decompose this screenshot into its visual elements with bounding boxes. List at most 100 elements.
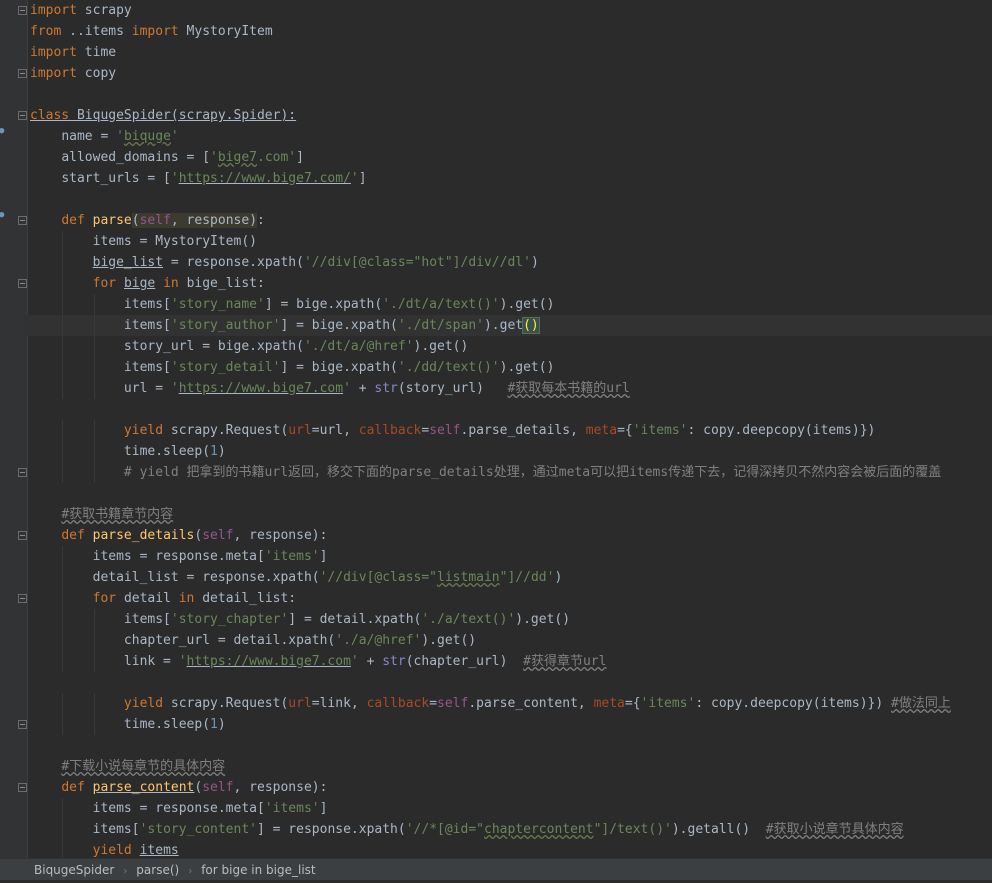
indent-guide	[94, 441, 95, 462]
indent-guide	[94, 420, 95, 441]
code-token: '	[170, 129, 179, 144]
code-token: url =	[123, 381, 171, 396]
code-line[interactable]: #下载小说每章节的具体内容	[30, 756, 992, 777]
fold-toggle-icon[interactable]	[18, 6, 27, 15]
code-token: './dt/span'	[397, 318, 484, 333]
code-line[interactable]: for bige in bige_list:	[30, 273, 992, 294]
code-line[interactable]: items['story_chapter'] = detail.xpath('.…	[30, 609, 992, 630]
fold-toggle-icon[interactable]	[18, 111, 27, 120]
code-token: class	[30, 108, 70, 123]
code-token: )	[554, 570, 563, 585]
code-line[interactable]: yield items	[30, 840, 992, 858]
code-token: self	[139, 213, 171, 228]
code-token: url	[288, 696, 312, 711]
fold-toggle-icon[interactable]	[18, 216, 27, 225]
indent-guide	[62, 273, 63, 294]
code-line[interactable]	[30, 399, 992, 420]
code-line[interactable]: class BiqugeSpider(scrapy.Spider):	[30, 105, 992, 126]
code-line[interactable]: link = 'https://www.bige7.com' + str(cha…	[30, 651, 992, 672]
code-line[interactable]: time.sleep(1)	[30, 714, 992, 735]
fold-toggle-icon[interactable]	[18, 468, 27, 477]
code-line[interactable]: for detail in detail_list:	[30, 588, 992, 609]
override-marker-icon[interactable]: ●	[0, 127, 7, 136]
code-token: 'story_detail'	[170, 360, 281, 375]
code-line[interactable]: def parse_details(self, response):	[30, 525, 992, 546]
code-line[interactable]: import time	[30, 42, 992, 63]
code-token: , response):	[233, 528, 328, 543]
code-line[interactable]	[30, 189, 992, 210]
code-token: './dt/a/@href'	[303, 339, 414, 354]
code-line[interactable]: items = response.meta['items']	[30, 798, 992, 819]
code-line[interactable]: #获取书籍章节内容	[30, 504, 992, 525]
code-token: )	[217, 444, 226, 459]
code-token: 'items'	[264, 549, 320, 564]
code-token: ={	[617, 423, 633, 438]
code-token: time.sleep(	[123, 717, 211, 732]
code-editor[interactable]: ● ● import scrapy from ..items import Mys…	[0, 0, 992, 858]
code-line[interactable]: yield scrapy.Request(url=link, callback=…	[30, 693, 992, 714]
code-line[interactable]: bige_list = response.xpath('//div[@class…	[30, 252, 992, 273]
code-line[interactable]: items['story_content'] = response.xpath(…	[30, 819, 992, 840]
code-token: ]	[319, 549, 328, 564]
code-token: '//*[@id="	[405, 822, 484, 837]
code-token: name =	[61, 129, 117, 144]
code-line[interactable]: story_url = bige.xpath('./dt/a/@href').g…	[30, 336, 992, 357]
code-line[interactable]: def parse_content(self, response):	[30, 777, 992, 798]
code-token: scrapy.Request(	[170, 696, 289, 711]
code-line[interactable]: items['story_author'] = bige.xpath('./dt…	[24, 315, 992, 336]
code-token: 'story_content'	[139, 822, 257, 837]
code-token: items = response.meta[	[92, 549, 265, 564]
code-line[interactable]: name = 'biquge'	[30, 126, 992, 147]
fold-toggle-icon[interactable]	[18, 594, 27, 603]
code-token: "]/text()'	[593, 822, 672, 837]
code-token: in	[155, 276, 187, 291]
fold-toggle-icon[interactable]	[18, 69, 27, 78]
code-token: meta	[585, 423, 618, 438]
fold-toggle-icon[interactable]	[18, 720, 27, 729]
code-line[interactable]: url = 'https://www.bige7.com' + str(stor…	[30, 378, 992, 399]
code-token: )	[249, 213, 258, 228]
code-line[interactable]: import scrapy	[30, 0, 992, 21]
code-line[interactable]: allowed_domains = ['bige7.com']	[30, 147, 992, 168]
code-line[interactable]	[30, 735, 992, 756]
code-token: =url,	[311, 423, 359, 438]
code-line[interactable]: items = response.meta['items']	[30, 546, 992, 567]
code-line[interactable]: # yield 把拿到的书籍url返回，移交下面的parse_details处理…	[30, 462, 992, 483]
code-line[interactable]	[30, 672, 992, 693]
code-line[interactable]: yield scrapy.Request(url=url, callback=s…	[30, 420, 992, 441]
code-token: './a/@href'	[335, 633, 422, 648]
indent-guide	[62, 336, 63, 357]
code-line[interactable]: time.sleep(1)	[30, 441, 992, 462]
code-area[interactable]: import scrapy from ..items import Mystory…	[24, 0, 992, 858]
indent-guide	[62, 420, 63, 441]
fold-toggle-icon[interactable]	[18, 783, 27, 792]
code-line[interactable]: items['story_detail'] = bige.xpath('./dd…	[30, 357, 992, 378]
breadcrumb-item[interactable]: parse()	[136, 859, 179, 881]
breadcrumb-item[interactable]: BiqugeSpider	[34, 859, 114, 881]
breadcrumb-item[interactable]: for bige in bige_list	[201, 859, 315, 881]
code-line[interactable]: items = MystoryItem()	[30, 231, 992, 252]
code-token: import	[30, 45, 77, 60]
code-line[interactable]	[30, 84, 992, 105]
code-line[interactable]: start_urls = ['https://www.bige7.com/']	[30, 168, 992, 189]
override-marker-icon[interactable]: ●	[0, 211, 7, 220]
code-line[interactable]: def parse(self, response):	[30, 210, 992, 231]
code-token: self	[437, 696, 469, 711]
code-line[interactable]: detail_list = response.xpath('//div[@cla…	[30, 567, 992, 588]
code-line[interactable]	[30, 483, 992, 504]
code-token: 'items'	[264, 801, 320, 816]
code-line[interactable]: from ..items import MystoryItem	[30, 21, 992, 42]
fold-toggle-icon[interactable]	[18, 279, 27, 288]
code-line[interactable]: import copy	[30, 63, 992, 84]
code-line[interactable]: chapter_url = detail.xpath('./a/@href').…	[30, 630, 992, 651]
fold-toggle-icon[interactable]	[18, 531, 27, 540]
code-token: )	[530, 255, 539, 270]
editor-gutter[interactable]: ● ●	[0, 0, 28, 858]
indent-guide	[94, 315, 95, 336]
code-token: items[	[123, 360, 171, 375]
code-line[interactable]: items['story_name'] = bige.xpath('./dt/a…	[30, 294, 992, 315]
